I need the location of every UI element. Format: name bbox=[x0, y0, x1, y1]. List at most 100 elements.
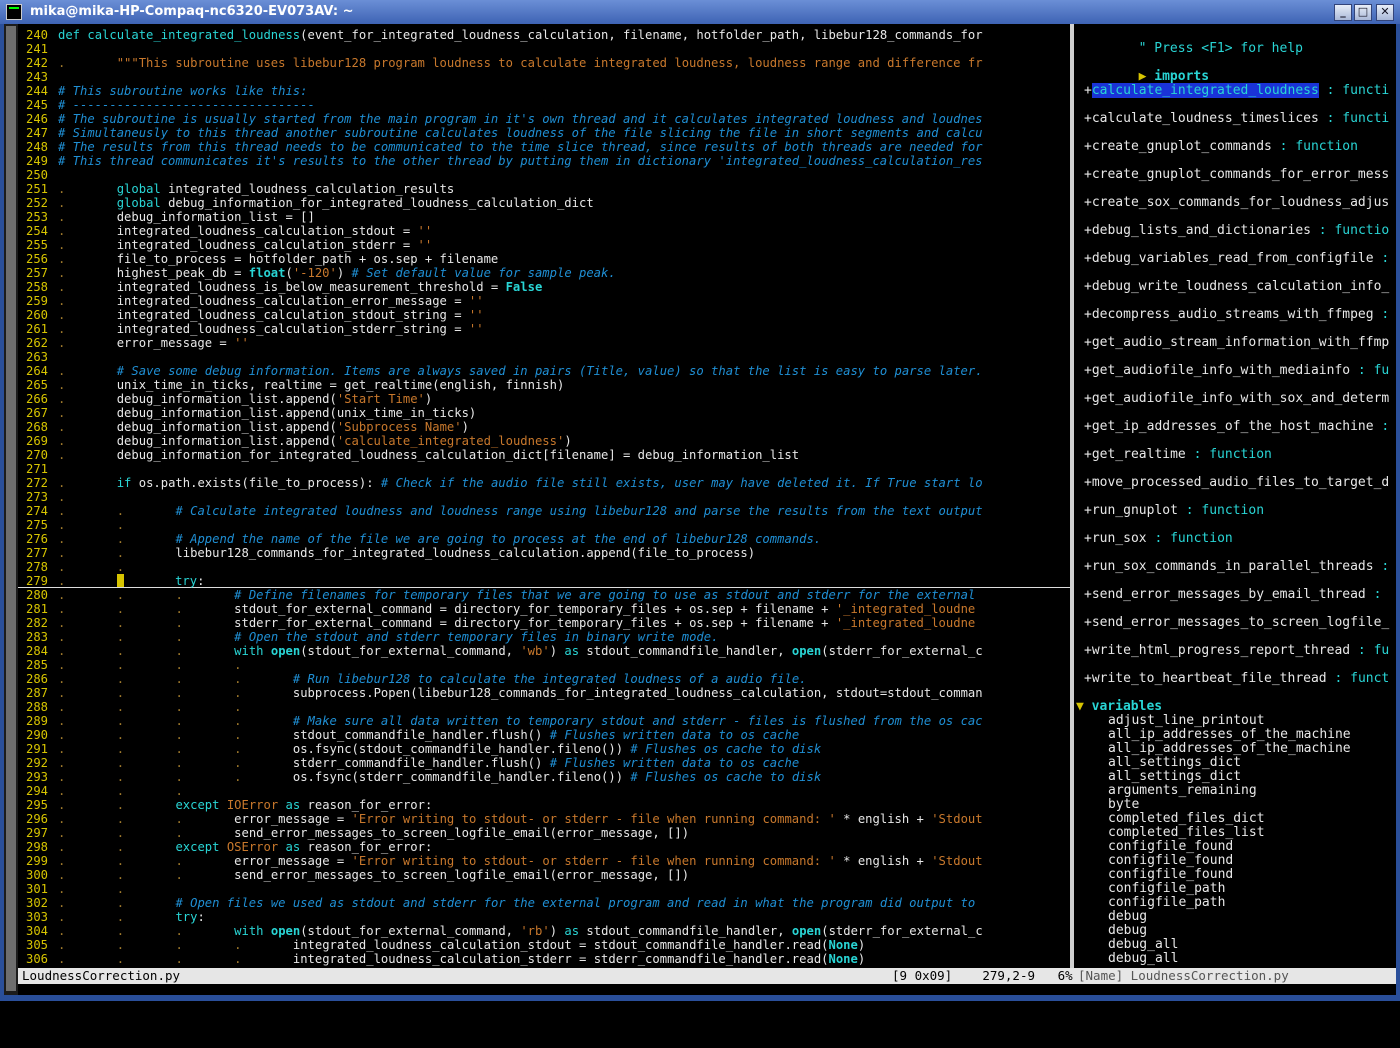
code-line[interactable]: 251 . global integrated_loudness_calculat… bbox=[18, 182, 1070, 196]
tagbar-function-item[interactable]: +get_audiofile_info_with_sox_and_determ bbox=[1084, 392, 1389, 406]
tagbar-function-item[interactable]: +run_gnuplot : function bbox=[1084, 504, 1264, 518]
code-line[interactable]: 256 . file_to_process = hotfolder_path + … bbox=[18, 252, 1070, 266]
tagbar-variable-item[interactable]: configfile_found bbox=[1108, 868, 1233, 882]
tagbar-function-item[interactable]: +calculate_integrated_loudness : functi bbox=[1084, 83, 1389, 98]
tagbar-variable-item[interactable]: completed_files_list bbox=[1108, 826, 1265, 840]
code-line[interactable]: 295 . . except IOError as reason_for_erro… bbox=[18, 798, 1070, 812]
code-line[interactable]: 267 . debug_information_list.append(unix_… bbox=[18, 406, 1070, 420]
code-line[interactable]: 254 . integrated_loudness_calculation_std… bbox=[18, 224, 1070, 238]
code-line[interactable]: 244 # This subroutine works like this: bbox=[18, 84, 1070, 98]
code-line[interactable]: 270 . debug_information_for_integrated_lo… bbox=[18, 448, 1070, 462]
code-line[interactable]: 303 . . try: bbox=[18, 910, 1070, 924]
tagbar-function-item[interactable]: +run_sox : function bbox=[1084, 532, 1233, 546]
tagbar-variable-item[interactable]: arguments_remaining bbox=[1108, 784, 1257, 798]
code-line[interactable]: 268 . debug_information_list.append('Subp… bbox=[18, 420, 1070, 434]
code-line[interactable]: 289 . . . . # Make sure all data written … bbox=[18, 714, 1070, 728]
code-line[interactable]: 287 . . . . subprocess.Popen(libebur128_c… bbox=[18, 686, 1070, 700]
tagbar-variable-item[interactable]: adjust_line_printout bbox=[1108, 714, 1265, 728]
code-line[interactable]: 255 . integrated_loudness_calculation_std… bbox=[18, 238, 1070, 252]
code-line[interactable]: 264 . # Save some debug information. Item… bbox=[18, 364, 1070, 378]
tagbar-imports-header[interactable]: ▶ imports bbox=[1076, 56, 1209, 84]
tagbar-variable-item[interactable]: all_ip_addresses_of_the_machine bbox=[1108, 728, 1351, 742]
tagbar-function-item[interactable]: +move_processed_audio_files_to_target_d bbox=[1084, 476, 1389, 490]
tagbar-variable-item[interactable]: debug_all bbox=[1108, 952, 1178, 966]
tagbar-function-item[interactable]: +get_audiofile_info_with_mediainfo : fu bbox=[1084, 364, 1389, 378]
tagbar-variable-item[interactable]: byte bbox=[1108, 798, 1139, 812]
code-line[interactable]: 273. bbox=[18, 490, 1070, 504]
terminal-area[interactable]: 240 def calculate_integrated_loudness(eve… bbox=[4, 24, 1396, 995]
tagbar-variable-item[interactable]: configfile_path bbox=[1108, 882, 1225, 896]
code-line[interactable]: 277 . . libebur128_commands_for_integrate… bbox=[18, 546, 1070, 560]
tagbar-variable-item[interactable]: completed_files_dict bbox=[1108, 812, 1265, 826]
code-line[interactable]: 252 . global debug_information_for_integr… bbox=[18, 196, 1070, 210]
tagbar-function-item[interactable]: +run_sox_commands_in_parallel_threads : bbox=[1084, 560, 1389, 574]
tagbar-variables-header[interactable]: ▼ variables bbox=[1076, 700, 1162, 714]
tagbar-function-item[interactable]: +write_html_progress_report_thread : fu bbox=[1084, 644, 1389, 658]
code-line[interactable]: 248 # The results from this thread needs … bbox=[18, 140, 1070, 154]
code-line[interactable]: 279 . try: bbox=[18, 574, 1070, 588]
code-line[interactable]: 284 . . . with open(stdout_for_external_c… bbox=[18, 644, 1070, 658]
code-line[interactable]: 265 . unix_time_in_ticks, realtime = get_… bbox=[18, 378, 1070, 392]
code-line[interactable]: 259 . integrated_loudness_calculation_err… bbox=[18, 294, 1070, 308]
tagbar-function-item[interactable]: +get_ip_addresses_of_the_host_machine : bbox=[1084, 420, 1389, 434]
window-titlebar[interactable]: mika@mika-HP-Compaq-nc6320-EV073AV: ~ _ … bbox=[0, 0, 1400, 24]
tagbar-function-item[interactable]: +send_error_messages_by_email_thread : bbox=[1084, 588, 1381, 602]
code-line[interactable]: 272 . if os.path.exists(file_to_process):… bbox=[18, 476, 1070, 490]
code-line[interactable]: 297 . . . send_error_messages_to_screen_l… bbox=[18, 826, 1070, 840]
code-line[interactable]: 276 . . # Append the name of the file we … bbox=[18, 532, 1070, 546]
terminal-scrollbar[interactable] bbox=[4, 24, 18, 995]
tagbar-function-item[interactable]: +send_error_messages_to_screen_logfile_ bbox=[1084, 616, 1389, 630]
code-line[interactable]: 302 . . # Open files we used as stdout an… bbox=[18, 896, 1070, 910]
code-line[interactable]: 242 . """This subroutine uses libebur128 … bbox=[18, 56, 1070, 70]
code-editor-pane[interactable]: 240 def calculate_integrated_loudness(eve… bbox=[18, 24, 1070, 968]
code-line[interactable]: 250 bbox=[18, 168, 1070, 182]
maximize-button[interactable]: □ bbox=[1354, 4, 1372, 21]
tagbar-function-item[interactable]: +create_gnuplot_commands_for_error_mess bbox=[1084, 168, 1389, 182]
tagbar-function-item[interactable]: +create_gnuplot_commands : function bbox=[1084, 140, 1358, 154]
tagbar-function-item[interactable]: +debug_lists_and_dictionaries : functio bbox=[1084, 224, 1389, 238]
code-line[interactable]: 275 . . bbox=[18, 518, 1070, 532]
code-line[interactable]: 293 . . . . os.fsync(stderr_commandfile_h… bbox=[18, 770, 1070, 784]
minimize-button[interactable]: _ bbox=[1334, 4, 1352, 21]
scrollbar-thumb[interactable] bbox=[6, 26, 16, 991]
code-line[interactable]: 299 . . . error_message = 'Error writing … bbox=[18, 854, 1070, 868]
tagbar-variable-item[interactable]: all_settings_dict bbox=[1108, 770, 1241, 784]
tagbar-variable-item[interactable]: debug_all bbox=[1108, 938, 1178, 952]
code-line[interactable]: 266 . debug_information_list.append('Star… bbox=[18, 392, 1070, 406]
code-line[interactable]: 296 . . . error_message = 'Error writing … bbox=[18, 812, 1070, 826]
tagbar-variable-item[interactable]: all_ip_addresses_of_the_machine bbox=[1108, 742, 1351, 756]
tagbar-variable-item[interactable]: debug bbox=[1108, 924, 1147, 938]
code-line[interactable]: 247 # Simultaneusly to this thread anothe… bbox=[18, 126, 1070, 140]
tagbar-function-item[interactable]: +debug_write_loudness_calculation_info_ bbox=[1084, 280, 1389, 294]
tagbar-variable-item[interactable]: configfile_found bbox=[1108, 840, 1233, 854]
code-line[interactable]: 249 # This thread communicates it's resul… bbox=[18, 154, 1070, 168]
code-line[interactable]: 290 . . . . stdout_commandfile_handler.fl… bbox=[18, 728, 1070, 742]
tagbar-function-item[interactable]: +debug_variables_read_from_configfile : bbox=[1084, 252, 1389, 266]
code-line[interactable]: 260 . integrated_loudness_calculation_std… bbox=[18, 308, 1070, 322]
close-button[interactable]: ✕ bbox=[1376, 4, 1394, 21]
code-line[interactable]: 240 def calculate_integrated_loudness(eve… bbox=[18, 28, 1070, 42]
tagbar-variable-item[interactable]: configfile_found bbox=[1108, 854, 1233, 868]
code-line[interactable]: 294 . . . bbox=[18, 784, 1070, 798]
tagbar-variable-item[interactable]: debug bbox=[1108, 910, 1147, 924]
code-line[interactable]: 291 . . . . os.fsync(stdout_commandfile_h… bbox=[18, 742, 1070, 756]
code-line[interactable]: 269 . debug_information_list.append('calc… bbox=[18, 434, 1070, 448]
code-line[interactable]: 278 . . bbox=[18, 560, 1070, 574]
code-line[interactable]: 280 . . . # Define filenames for temporar… bbox=[18, 588, 1070, 602]
tagbar-variable-item[interactable]: configfile_path bbox=[1108, 896, 1225, 910]
code-line[interactable]: 274 . . # Calculate integrated loudness a… bbox=[18, 504, 1070, 518]
code-line[interactable]: 305 . . . . integrated_loudness_calculati… bbox=[18, 938, 1070, 952]
tagbar-function-item[interactable]: +write_to_heartbeat_file_thread : funct bbox=[1084, 672, 1389, 686]
code-line[interactable]: 298 . . except OSError as reason_for_erro… bbox=[18, 840, 1070, 854]
code-line[interactable]: 241 bbox=[18, 42, 1070, 56]
tagbar-function-item[interactable]: +get_audio_stream_information_with_ffmp bbox=[1084, 336, 1389, 350]
tagbar-function-item[interactable]: +calculate_loudness_timeslices : functi bbox=[1084, 112, 1389, 126]
code-line[interactable]: 262 . error_message = '' bbox=[18, 336, 1070, 350]
code-line[interactable]: 300 . . . send_error_messages_to_screen_l… bbox=[18, 868, 1070, 882]
tagbar-variable-item[interactable]: all_settings_dict bbox=[1108, 756, 1241, 770]
tagbar-function-item[interactable]: +get_realtime : function bbox=[1084, 448, 1272, 462]
code-line[interactable]: 271 bbox=[18, 462, 1070, 476]
code-line[interactable]: 282 . . . stderr_for_external_command = d… bbox=[18, 616, 1070, 630]
code-line[interactable]: 243 bbox=[18, 70, 1070, 84]
tagbar-function-item[interactable]: +create_sox_commands_for_loudness_adjus bbox=[1084, 196, 1389, 210]
